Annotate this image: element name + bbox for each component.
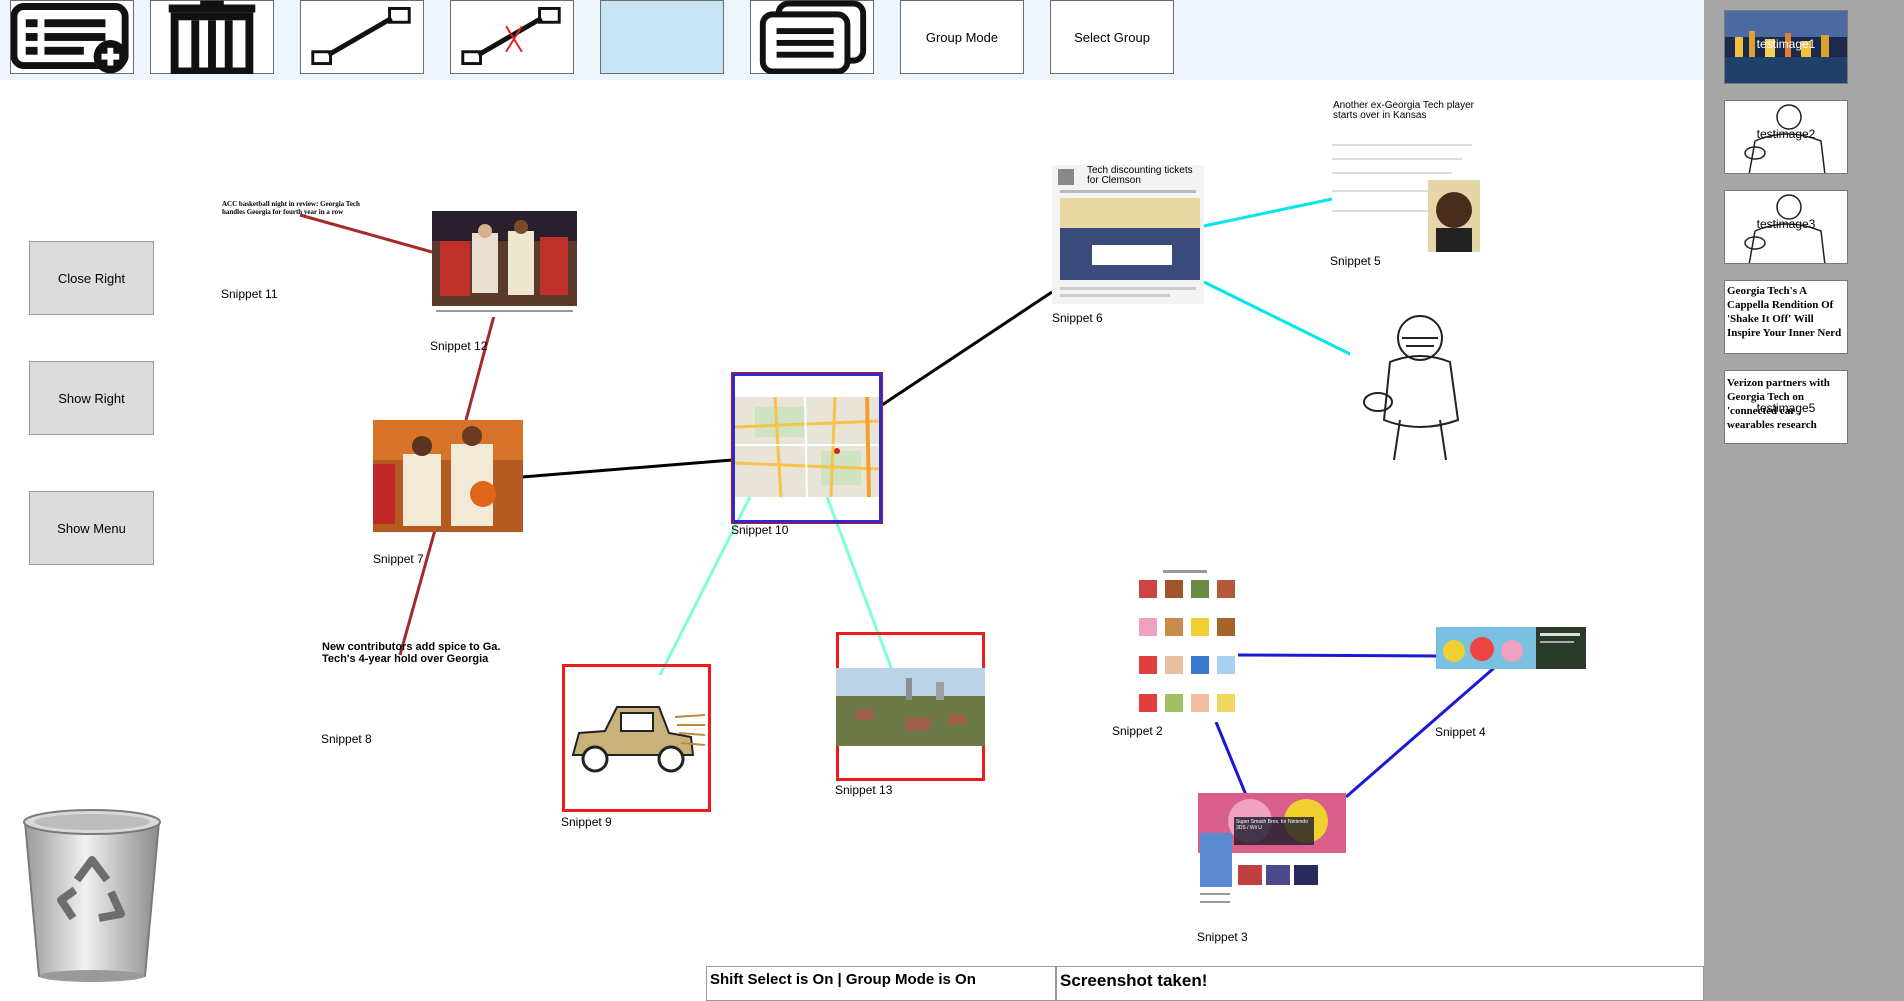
snippet-5-label: Snippet 5 — [1330, 254, 1381, 268]
snippet-10-map-image[interactable] — [735, 397, 879, 497]
link-12-7 — [464, 311, 497, 421]
snippet-11-headline: ACC basketball night in review: Georgia … — [222, 200, 360, 216]
right-panel: testimage1 testimage2 testimage3 Georgia… — [1704, 0, 1904, 1001]
link-icon — [311, 6, 411, 66]
snippet-9-image[interactable] — [565, 697, 707, 777]
connection-lines — [299, 197, 1495, 799]
thumbnail-label: testimage5 — [1756, 401, 1816, 415]
snippet-3-image[interactable] — [1198, 793, 1346, 933]
snippet-5-image[interactable] — [1332, 100, 1480, 252]
show-right-button[interactable]: Show Right — [29, 361, 154, 435]
unlink-button[interactable] — [450, 0, 574, 74]
group-mode-button[interactable]: Group Mode — [900, 0, 1024, 74]
thumbnail-article-acappella[interactable]: Georgia Tech's A Cappella Rendition Of '… — [1724, 280, 1848, 354]
link-6-image — [1203, 280, 1353, 357]
snippet-11-label: Snippet 11 — [221, 287, 278, 301]
snippet-5-headline: Another ex-Georgia Tech player starts ov… — [1333, 100, 1475, 121]
snippet-13-label: Snippet 13 — [835, 783, 893, 797]
snippet-2-image[interactable] — [1133, 568, 1238, 722]
trash-icon — [168, 0, 256, 74]
status-message-text: Screenshot taken! — [1056, 966, 1704, 1001]
add-snippet-button[interactable] — [10, 0, 134, 74]
football-player-sketch-image[interactable] — [1350, 310, 1488, 463]
recycle-bin-icon[interactable] — [17, 808, 167, 983]
link-button[interactable] — [300, 0, 424, 74]
link-7-8 — [398, 529, 437, 656]
snippet-8-label: Snippet 8 — [321, 732, 372, 746]
snippet-10-label: Snippet 10 — [731, 523, 789, 537]
snippet-12-image[interactable] — [432, 211, 577, 317]
copy-icon — [759, 0, 867, 74]
link-10-6 — [881, 290, 1053, 407]
snippet-4-image[interactable] — [1436, 627, 1586, 669]
snippet-3-label: Snippet 3 — [1197, 930, 1248, 944]
thumbnail-label: testimage1 — [1756, 37, 1816, 51]
show-menu-button[interactable]: Show Menu — [29, 491, 154, 565]
delete-button[interactable] — [150, 0, 274, 74]
link-11-12 — [299, 213, 433, 254]
thumbnail-testimage3[interactable]: testimage3 — [1724, 190, 1848, 264]
thumbnail-label: testimage2 — [1756, 127, 1816, 141]
snippet-9-label: Snippet 9 — [561, 815, 612, 829]
toolbar: Group Mode Select Group — [0, 0, 1704, 80]
highlight-toggle-button[interactable] — [600, 0, 724, 74]
snippet-3-headline: Super Smash Bros. for Nintendo 3DS / Wii… — [1236, 819, 1308, 831]
snippet-7-label: Snippet 7 — [373, 552, 424, 566]
select-group-button[interactable]: Select Group — [1050, 0, 1174, 74]
thumbnail-text: Georgia Tech's A Cappella Rendition Of '… — [1727, 285, 1842, 339]
status-mode-text: Shift Select is On | Group Mode is On — [706, 966, 1056, 1001]
snippet-2-label: Snippet 2 — [1112, 724, 1163, 738]
thumbnail-testimage5[interactable]: Verizon partners with Georgia Tech on 'c… — [1724, 370, 1848, 444]
link-2-3 — [1214, 721, 1248, 796]
snippet-7-image[interactable] — [373, 420, 523, 532]
snippet-8-headline: New contributors add spice to Ga. Tech's… — [322, 641, 501, 665]
snippet-13-image[interactable] — [836, 668, 985, 746]
snippet-12-label: Snippet 12 — [430, 339, 488, 353]
add-list-icon — [11, 3, 129, 74]
link-6-5 — [1203, 197, 1333, 228]
link-7-10 — [521, 458, 733, 479]
thumbnail-testimage1[interactable]: testimage1 — [1724, 10, 1848, 84]
close-right-button[interactable]: Close Right — [29, 241, 154, 315]
snippet-4-label: Snippet 4 — [1435, 725, 1486, 739]
copy-button[interactable] — [750, 0, 874, 74]
thumbnail-label: testimage3 — [1756, 217, 1816, 231]
unlink-icon — [461, 6, 561, 66]
link-2-4 — [1237, 653, 1437, 658]
snippet-6-headline: Tech discounting tickets for Clemson — [1087, 165, 1193, 186]
snippet-6-label: Snippet 6 — [1052, 311, 1103, 325]
thumbnail-testimage2[interactable]: testimage2 — [1724, 100, 1848, 174]
